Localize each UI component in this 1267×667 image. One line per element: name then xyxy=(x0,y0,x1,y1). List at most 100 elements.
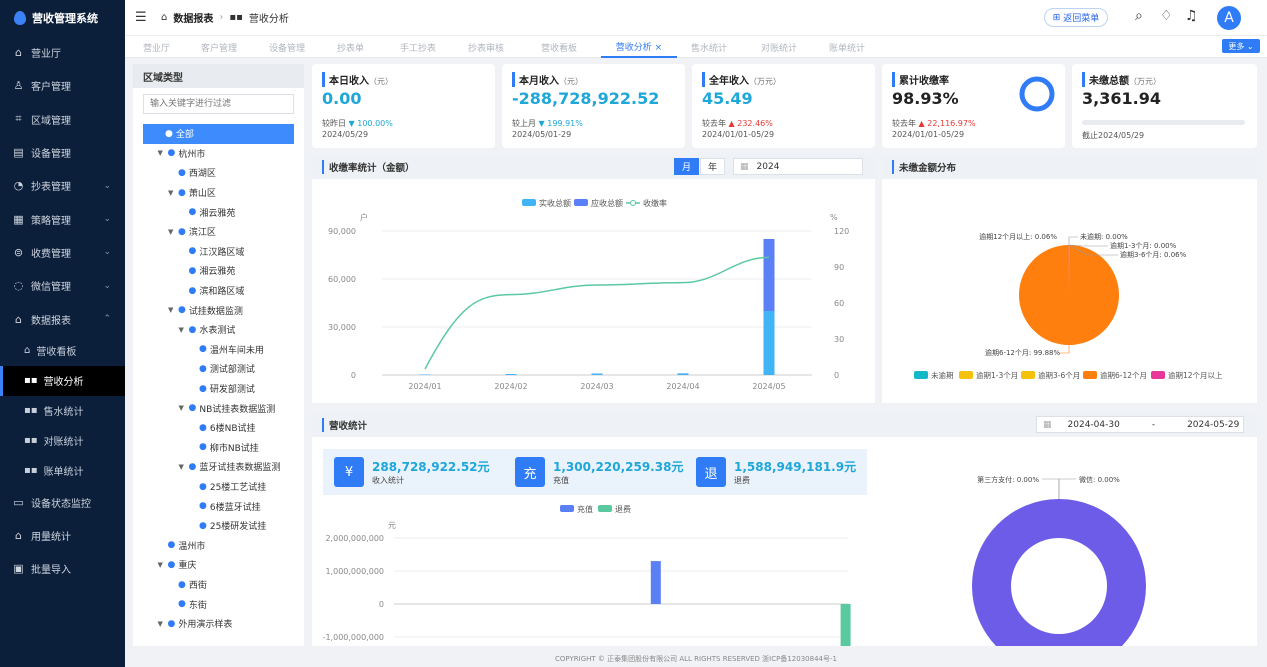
more-tabs-button[interactable]: 更多 ⌄ xyxy=(1222,39,1260,53)
tree-node[interactable]: ▼ ● NB试挂表数据监测 xyxy=(179,398,276,418)
date-range-picker[interactable]: ▦ 2024-04-30 - 2024-05-29 xyxy=(1036,416,1244,433)
tree-node[interactable]: ● 柳市NB试挂 xyxy=(189,438,259,458)
tree-node[interactable]: ● 温州市 xyxy=(158,536,206,556)
breadcrumb-current: 营收分析 xyxy=(248,14,289,25)
sidebar-item-lobby[interactable]: ⌂ 营业厅 xyxy=(0,36,125,69)
shirt-icon[interactable]: ♢ xyxy=(1160,8,1173,24)
tree-node[interactable]: ▼ ● 重庆 xyxy=(158,555,197,575)
tree-node-label: 温州市 xyxy=(178,541,206,552)
caret-down-icon[interactable]: ▼ xyxy=(158,620,168,628)
tree-node[interactable]: ▼ ● 萧山区 xyxy=(168,183,216,203)
breadcrumb-item[interactable]: 数据报表 xyxy=(173,10,213,25)
wechat-icon: ◌ xyxy=(13,279,24,293)
year-picker[interactable]: ▦ 2024 xyxy=(733,158,863,175)
tree-filter-input[interactable] xyxy=(143,94,294,114)
sidebar-item-wechat[interactable]: ◌ 微信管理 ⌄ xyxy=(0,269,125,302)
tab-manual-reading[interactable]: 手工抄表 xyxy=(400,36,436,58)
caret-down-icon[interactable]: ▼ xyxy=(179,463,189,471)
sidebar-subitem-dashboard[interactable]: ⌂ 营收看板 xyxy=(0,336,125,366)
tab-revenue-dashboard[interactable]: 营收看板 xyxy=(541,36,577,58)
sidebar-subitem-label: 对账统计 xyxy=(43,437,84,449)
sidebar-item-usage[interactable]: ⌂ 用量统计 xyxy=(0,519,125,552)
location-pin-icon: ● xyxy=(178,167,186,178)
tab-revenue-analysis[interactable]: 营收分析 × xyxy=(601,36,677,58)
caret-down-icon[interactable]: ▼ xyxy=(168,306,178,314)
sidebar-item-monitor[interactable]: ▭ 设备状态监控 xyxy=(0,486,125,519)
caret-down-icon[interactable]: ▼ xyxy=(158,561,168,569)
tree-node[interactable]: ● 滨和路区域 xyxy=(179,281,245,301)
tab-label: 抄表审核 xyxy=(468,43,505,54)
tree-node-label: 外用演示样表 xyxy=(178,620,233,631)
tree-node[interactable]: ● 湘云雅苑 xyxy=(179,261,236,281)
year-button[interactable]: 年 xyxy=(700,158,725,175)
avatar[interactable]: A xyxy=(1217,6,1241,30)
bar-refund xyxy=(840,604,851,646)
sidebar-item-fees[interactable]: ⊜ 收费管理 ⌄ xyxy=(0,236,125,269)
search-icon[interactable]: ⌕ xyxy=(1135,8,1143,24)
bar-actual xyxy=(763,311,775,375)
tree-node[interactable]: ● 西街 xyxy=(168,575,207,595)
tree-node-label: 试挂数据监测 xyxy=(188,306,243,317)
tree-node[interactable]: ● 测试部测试 xyxy=(189,359,255,379)
tree-node[interactable]: ● 西湖区 xyxy=(168,163,216,183)
x-tick-label: 2024/04 xyxy=(666,382,699,391)
date-from: 2024-04-30 xyxy=(1067,419,1120,430)
y-tick-label: 1,000,000,000 xyxy=(325,567,384,576)
tree-node[interactable]: ● 6楼NB试挂 xyxy=(189,418,256,438)
sidebar-subitem-water-sales[interactable]: ▪▪ 售水统计 xyxy=(0,396,125,426)
tab-bills[interactable]: 账单统计 xyxy=(829,36,865,58)
tab-reading-review[interactable]: 抄表审核 xyxy=(468,36,504,58)
home-icon: ⌂ xyxy=(15,46,22,60)
tab-customers[interactable]: 客户管理 xyxy=(201,36,237,58)
tree-node[interactable]: ● 湘云雅苑 xyxy=(179,202,236,222)
tree-node[interactable]: ● 温州车间未用 xyxy=(189,340,264,360)
tree-node[interactable]: ● 25楼工艺试挂 xyxy=(189,477,266,497)
caret-down-icon[interactable]: ▼ xyxy=(179,404,189,412)
legend-label: 逾期1-3个月 xyxy=(976,370,1018,380)
tab-devices[interactable]: 设备管理 xyxy=(269,36,305,58)
tree-node[interactable]: ▼ ● 杭州市 xyxy=(158,144,206,164)
grid-icon: ▪▪ xyxy=(229,12,243,23)
tree-node-label: 滨江区 xyxy=(188,228,216,239)
month-button[interactable]: 月 xyxy=(674,158,699,175)
tree-node[interactable]: ● 江汉路区域 xyxy=(179,242,245,262)
tree-node[interactable]: ▼ ● 水表测试 xyxy=(179,320,236,340)
tree-node[interactable]: ● 全部 xyxy=(143,124,294,144)
sidebar-item-regions[interactable]: ⌗ 区域管理 xyxy=(0,103,125,136)
tree-node[interactable]: ▼ ● 试挂数据监测 xyxy=(168,300,243,320)
sidebar-subitem-reconcile[interactable]: ▪▪ 对账统计 xyxy=(0,426,125,456)
sidebar-item-strategy[interactable]: ▦ 策略管理 ⌄ xyxy=(0,202,125,235)
x-tick-label: 2024/01 xyxy=(408,382,441,391)
tree-node[interactable]: ▼ ● 蓝牙试挂表数据监测 xyxy=(179,457,281,477)
caret-down-icon[interactable]: ▼ xyxy=(168,189,178,197)
back-to-menu-button[interactable]: ⊞ 返回菜单 xyxy=(1044,8,1108,27)
sidebar-item-customers[interactable]: ♙ 客户管理 xyxy=(0,69,125,102)
y2-tick-label: 60 xyxy=(834,299,844,308)
sidebar-item-reports[interactable]: ⌂ 数据报表 ⌃ xyxy=(0,302,125,335)
tree-node-label: 湘云雅苑 xyxy=(199,208,236,219)
caret-down-icon[interactable]: ▼ xyxy=(158,149,168,157)
tab-water-sales[interactable]: 售水统计 xyxy=(691,36,727,58)
bell-icon[interactable]: ♫ xyxy=(1185,8,1198,24)
sidebar-subitem-analysis[interactable]: ▪▪ 营收分析 xyxy=(0,365,125,396)
tree-node[interactable]: ● 东街 xyxy=(168,594,207,614)
tree-node[interactable]: ● 25楼研发试挂 xyxy=(189,516,266,536)
tree-node[interactable]: ▼ ● 外用演示样表 xyxy=(158,614,233,634)
tree-node-label: 萧山区 xyxy=(188,189,216,200)
caret-down-icon[interactable]: ▼ xyxy=(168,228,178,236)
tree-node[interactable]: ● 6楼蓝牙试挂 xyxy=(189,496,261,516)
menu-toggle-icon[interactable]: ☰ xyxy=(135,10,149,25)
sidebar-item-meter[interactable]: ◔ 抄表管理 ⌄ xyxy=(0,169,125,202)
tree-node[interactable]: ● 研发部测试 xyxy=(189,379,255,399)
tab-reconcile[interactable]: 对账统计 xyxy=(761,36,797,58)
kpi-compare: 较去年 ▲ 232.46% xyxy=(702,118,773,129)
legend-swatch xyxy=(914,371,928,379)
sidebar-item-import[interactable]: ▣ 批量导入 xyxy=(0,552,125,585)
sidebar-subitem-bills[interactable]: ▪▪ 账单统计 xyxy=(0,456,125,486)
tree-node[interactable]: ▼ ● 滨江区 xyxy=(168,222,216,242)
tab-lobby[interactable]: 营业厅 xyxy=(143,36,170,58)
sidebar-item-devices[interactable]: ▤ 设备管理 xyxy=(0,136,125,169)
pie-label: 逾期1-3个月: 0.00% xyxy=(1110,241,1177,250)
tab-reading-sheet[interactable]: 抄表单 xyxy=(337,36,364,58)
caret-down-icon[interactable]: ▼ xyxy=(179,326,189,334)
